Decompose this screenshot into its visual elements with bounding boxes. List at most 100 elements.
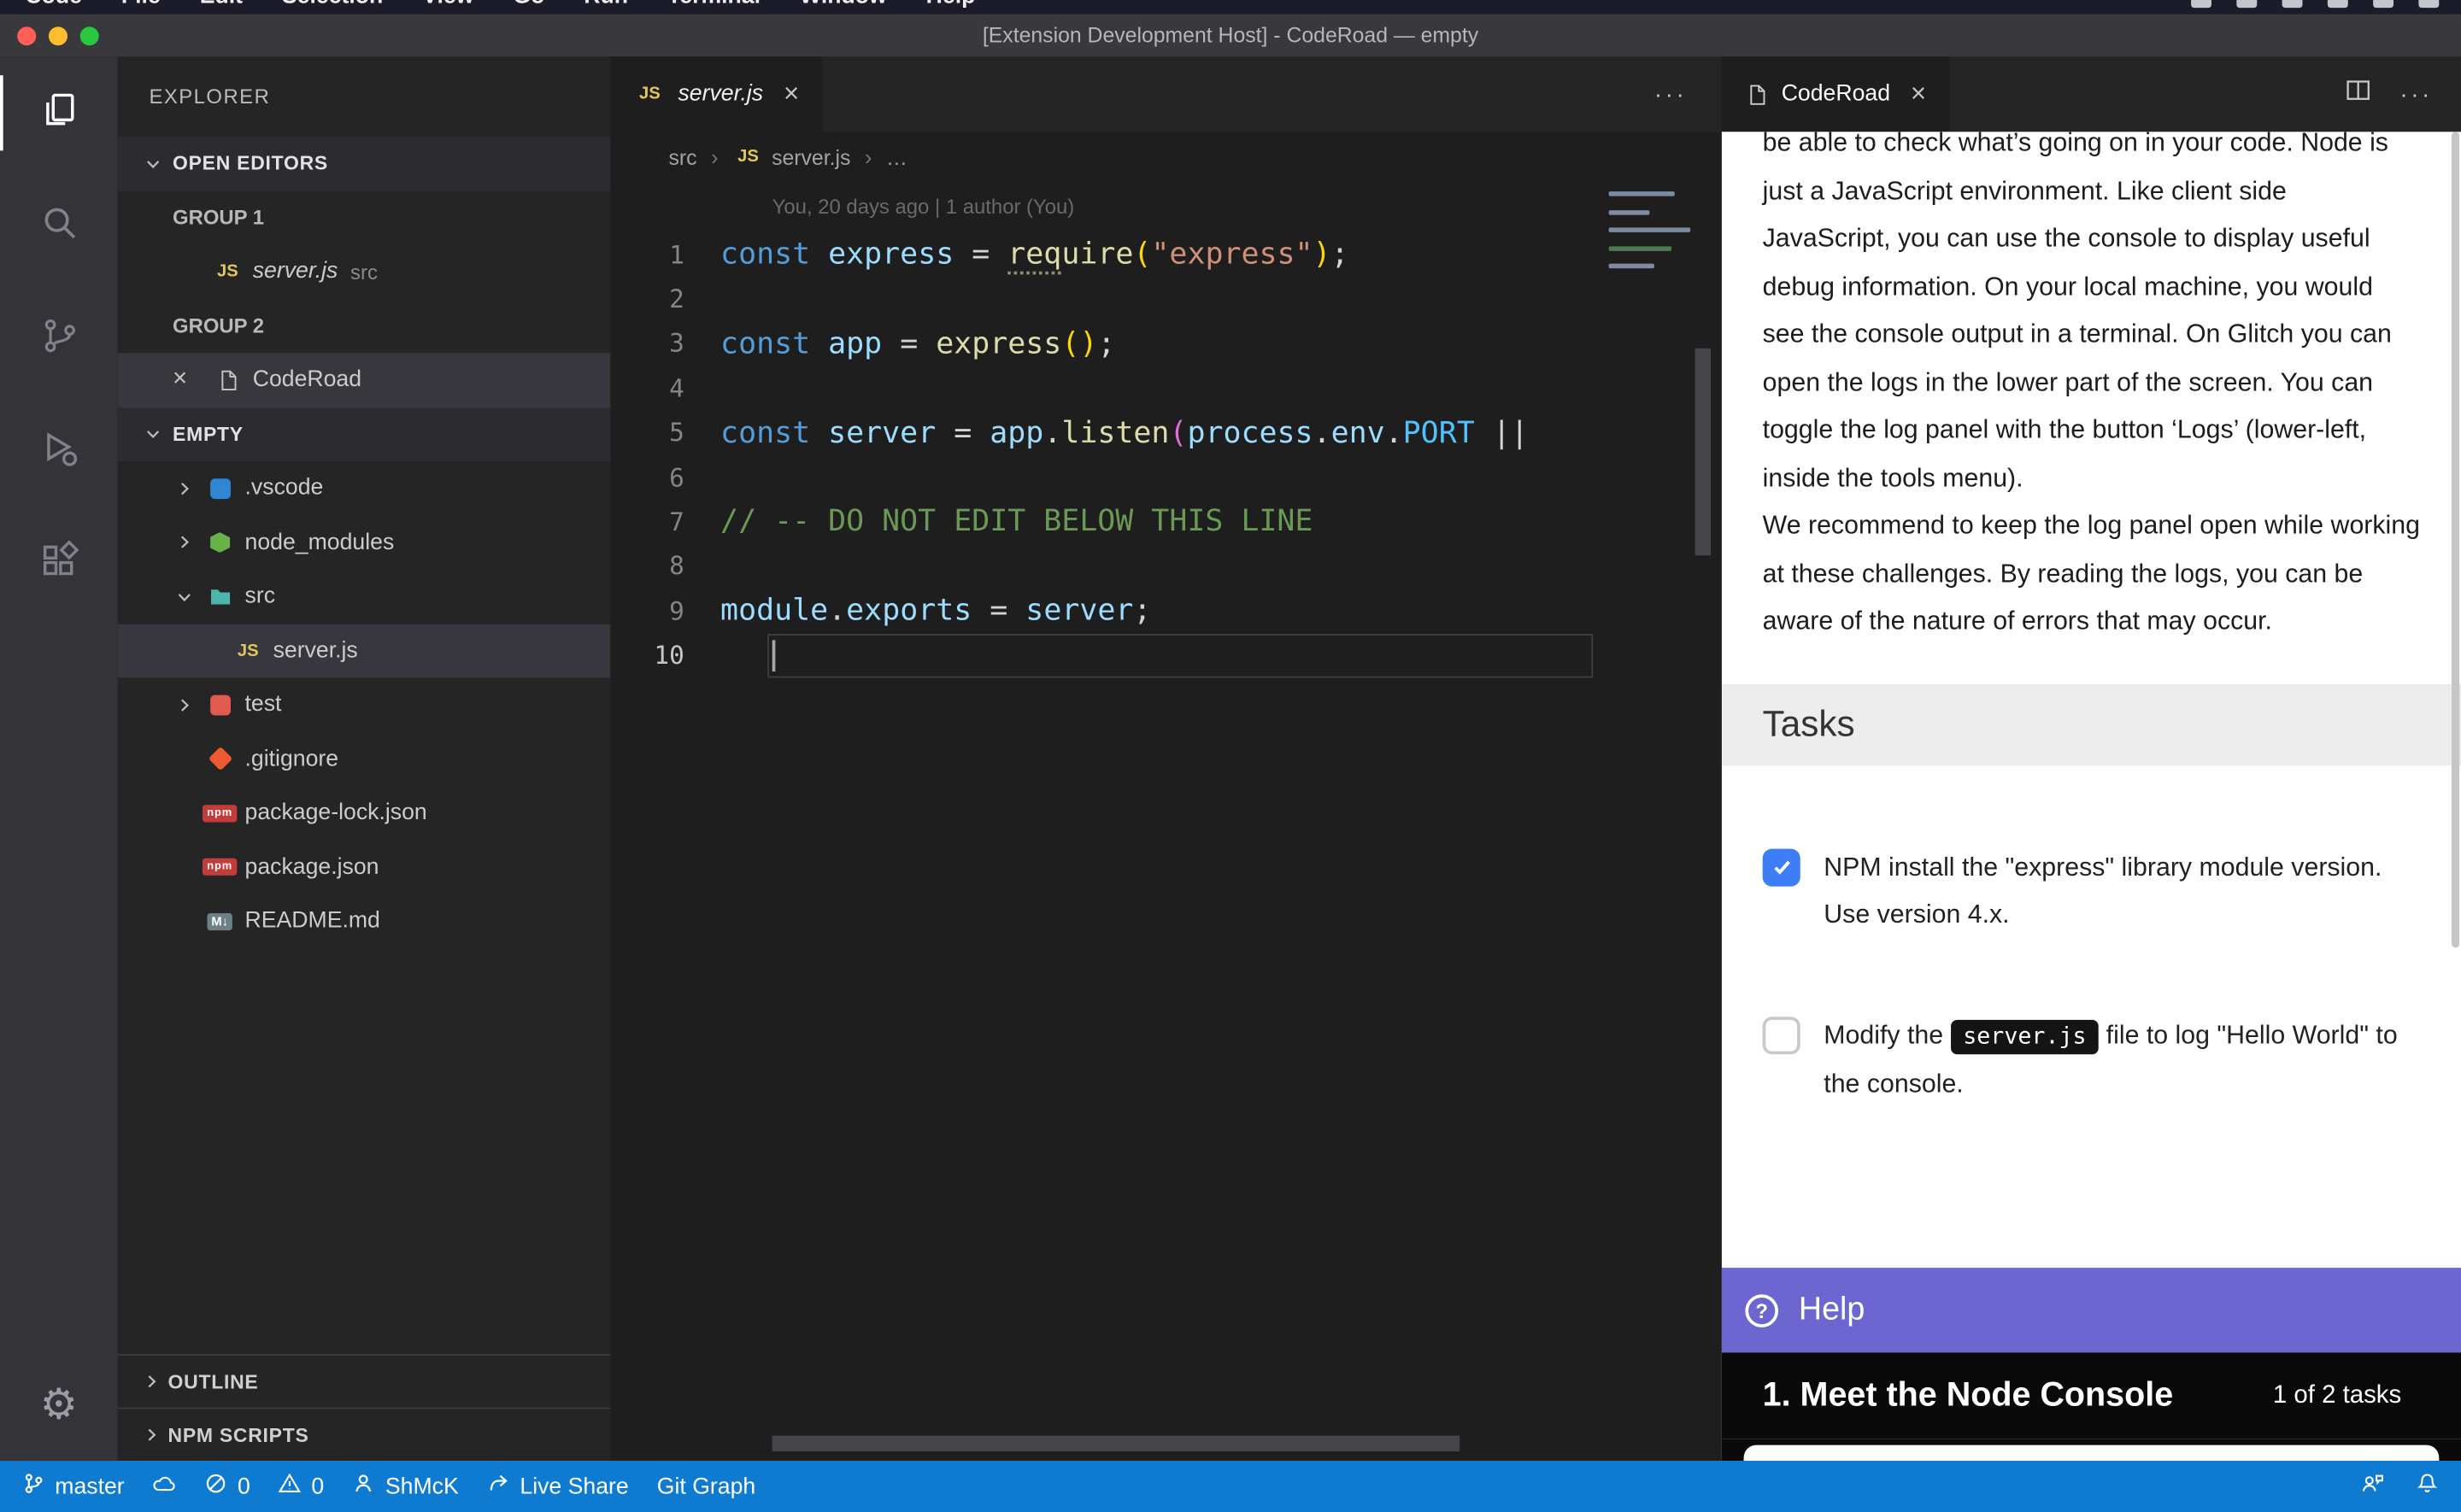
statusbar-warnings-count[interactable]: 0 (279, 1472, 324, 1502)
tree-item-node_modules[interactable]: node_modules (118, 515, 611, 569)
split-editor-icon[interactable] (2345, 77, 2371, 111)
tree-item-test[interactable]: test (118, 677, 611, 731)
code-line-7[interactable]: 7// -- DO NOT EDIT BELOW THIS LINE (610, 500, 1721, 544)
menu-file[interactable]: File (121, 0, 161, 9)
code-line-3[interactable]: 3const app = express(); (610, 321, 1721, 366)
chevron-right-icon (165, 532, 204, 553)
section-open-editors[interactable]: OPEN EDITORS (118, 137, 611, 190)
close-window-button[interactable] (17, 26, 36, 44)
npm-icon: npm (204, 805, 236, 822)
open-editor-server-js[interactable]: JSserver.jssrc (118, 245, 611, 299)
breadcrumb-item-src[interactable]: src (668, 145, 696, 169)
code-line-6[interactable]: 6 (610, 455, 1721, 500)
code-line-8[interactable]: 8 (610, 544, 1721, 589)
sidebar-bottom-sections: OUTLINENPM SCRIPTS (118, 1354, 611, 1461)
line-text: const server = app.listen(process.env.PO… (720, 410, 1529, 454)
tab-coderoad[interactable]: CodeRoad × (1722, 56, 1950, 132)
menu-go[interactable]: Go (513, 0, 544, 9)
statusbar-publish-changes[interactable] (153, 1472, 177, 1502)
tree-item-readme-md[interactable]: M↓README.md (118, 894, 611, 948)
lesson-bar[interactable]: 1. Meet the Node Console 1 of 2 tasks (1722, 1352, 2461, 1439)
open-editor-coderoad[interactable]: ×CodeRoad (118, 353, 611, 407)
menu-code[interactable]: Code (25, 0, 82, 9)
tree-item--gitignore[interactable]: .gitignore (118, 732, 611, 786)
tree-item-package-json[interactable]: npmpackage.json (118, 841, 611, 894)
statusbar-errors-count[interactable]: 0 (204, 1472, 250, 1502)
task-checkbox[interactable] (1763, 1016, 1800, 1053)
editor-more-actions-icon[interactable]: ··· (1654, 56, 1688, 132)
minimap-line (1609, 246, 1671, 251)
breadcrumb-item-serverjs[interactable]: JSserver.js (732, 145, 850, 169)
code-token: module (720, 594, 828, 628)
menu-help[interactable]: Help (926, 0, 976, 9)
editor-group: JS server.js × ··· src›JSserver.js›… You… (610, 56, 1721, 1461)
statusbar-label: 0 (238, 1474, 250, 1499)
help-label: Help (1799, 1292, 1865, 1329)
close-tab-icon[interactable]: × (784, 79, 799, 110)
feedback-icon (2360, 1472, 2384, 1502)
horizontal-scrollbar[interactable] (772, 1436, 1460, 1451)
statusbar-git-graph[interactable]: Git Graph (657, 1474, 755, 1499)
explorer-sidebar: EXPLORER OPEN EDITORSGROUP 1JSserver.jss… (118, 56, 611, 1461)
code-line-2[interactable]: 2 (610, 277, 1721, 321)
section-empty[interactable]: EMPTY (118, 407, 611, 461)
status-bar: master 0 0 ShMcK Live Share Git Graph (0, 1461, 2461, 1512)
statusbar-branch-indicator[interactable]: master (22, 1472, 125, 1502)
close-panel-tab-icon[interactable]: × (1911, 79, 1926, 110)
vscode-window: Code File Edit Selection View Go Run Terminal Wi… (0, 0, 2461, 1512)
activity-extensions[interactable] (0, 508, 118, 621)
line-number: 5 (610, 418, 720, 448)
section-npm-scripts[interactable]: NPM SCRIPTS (118, 1408, 611, 1461)
menu-edit[interactable]: Edit (200, 0, 243, 9)
tab-server-js[interactable]: JS server.js × (610, 56, 822, 132)
code-line-9[interactable]: 9module.exports = server; (610, 589, 1721, 633)
tree-item-server-js[interactable]: JSserver.js (118, 624, 611, 677)
task-checkbox-checked[interactable] (1763, 848, 1800, 886)
menu-run[interactable]: Run (584, 0, 628, 9)
activity-run-debug[interactable] (0, 396, 118, 508)
section-label: EMPTY (173, 423, 244, 445)
tree-item-src[interactable]: src (118, 570, 611, 624)
task-list: NPM install the "express" library module… (1722, 765, 2461, 1108)
menu-selection[interactable]: Selection (282, 0, 383, 9)
activity-explorer[interactable] (0, 56, 118, 169)
zoom-window-button[interactable] (80, 26, 99, 44)
vertical-scrollbar[interactable] (1695, 349, 1711, 555)
code-line-5[interactable]: 5const server = app.listen(process.env.P… (610, 410, 1721, 454)
code-token: express (828, 237, 954, 271)
tree-item-package-lock-json[interactable]: npm package-lock.json (118, 786, 611, 840)
tree-item-label: package-lock.json (245, 800, 427, 825)
statusbar-live-share[interactable]: Live Share (487, 1472, 629, 1502)
explorer-tree: OPEN EDITORSGROUP 1JSserver.jssrcGROUP 2… (118, 137, 611, 949)
breadcrumb-item-[interactable]: … (886, 145, 907, 169)
activity-source-control[interactable] (0, 283, 118, 396)
activity-search[interactable] (0, 169, 118, 282)
footer-base (1722, 1439, 2461, 1461)
menu-terminal[interactable]: Terminal (667, 0, 761, 9)
menu-window[interactable]: Window (800, 0, 887, 9)
help-bar[interactable]: ? Help (1722, 1268, 2461, 1352)
status-icon (2282, 0, 2303, 8)
statusbar-account[interactable]: ShMcK (352, 1472, 458, 1502)
tree-item--vscode[interactable]: .vscode (118, 461, 611, 515)
tree-item-label: .gitignore (245, 747, 339, 771)
panel-more-actions-icon[interactable]: ··· (2399, 81, 2433, 108)
webview-scrollbar[interactable] (2452, 132, 2459, 947)
code-line-1[interactable]: 1const express = require("express"); (610, 232, 1721, 277)
code-line-10[interactable]: 10 (610, 633, 1721, 677)
line-number: 8 (610, 551, 720, 581)
gear-icon[interactable]: ⚙ (0, 1348, 118, 1461)
statusbar-notifications[interactable] (2416, 1472, 2440, 1502)
task-text: Modify the server.js file to log "Hello … (1824, 1011, 2420, 1109)
close-editor-icon[interactable]: × (173, 366, 212, 394)
statusbar-right (2360, 1472, 2439, 1502)
code-token: . (1313, 415, 1331, 449)
statusbar-feedback[interactable] (2360, 1472, 2384, 1502)
code-line-4[interactable]: 4 (610, 366, 1721, 410)
minimize-window-button[interactable] (49, 26, 68, 44)
minimap[interactable] (1609, 191, 1697, 282)
line-number: 6 (610, 462, 720, 492)
menu-view[interactable]: View (422, 0, 473, 9)
section-outline[interactable]: OUTLINE (118, 1354, 611, 1407)
code-area[interactable]: You, 20 days ago | 1 author (You) 1const… (610, 182, 1721, 1461)
